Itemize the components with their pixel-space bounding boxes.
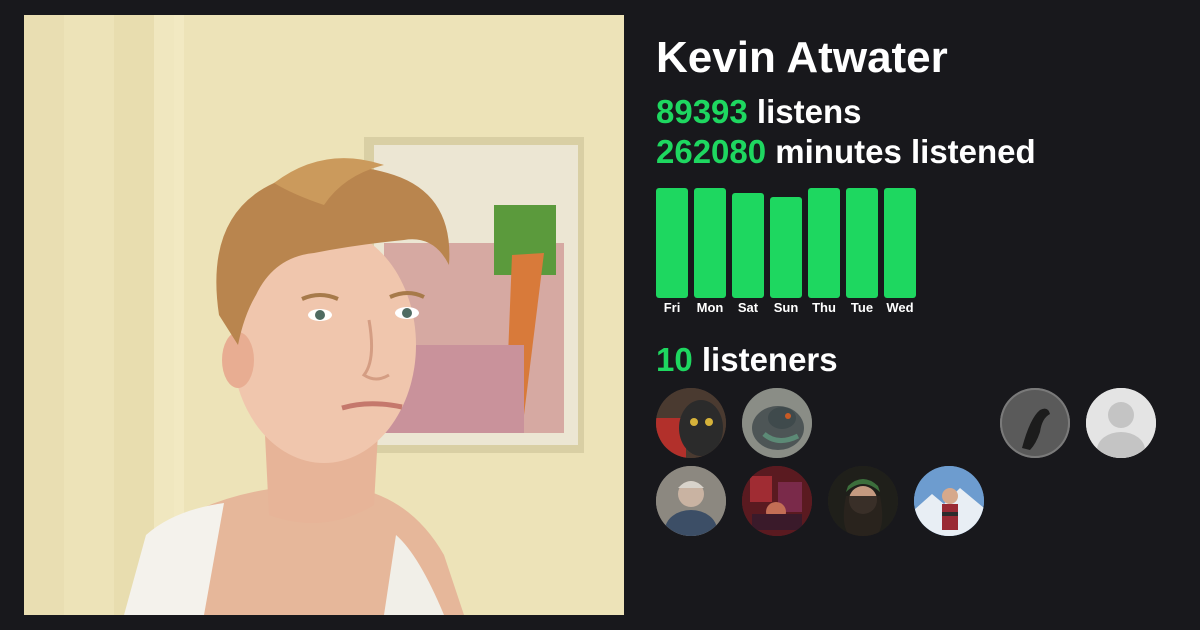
chart-bar-sun (770, 197, 802, 298)
minutes-label: minutes listened (766, 133, 1036, 170)
chart-day-label-thu: Thu (812, 300, 836, 315)
chart-day-label-sun: Sun (773, 300, 799, 315)
artist-photo (24, 15, 624, 615)
listener-avatars (656, 388, 1176, 548)
person-mountains-photo-avatar[interactable] (914, 466, 984, 536)
minutes-stat: 262080 minutes listened (656, 132, 1176, 172)
chart-bar-fri (656, 188, 688, 298)
bird-silhouette-avatar[interactable] (1000, 388, 1070, 458)
chart-bar-mon (694, 188, 726, 298)
chart-day-label-fri: Fri (663, 300, 681, 315)
person-photo-avatar[interactable] (828, 466, 898, 536)
minutes-count: 262080 (656, 133, 767, 170)
cat-photo-avatar[interactable] (656, 388, 726, 458)
default-user-avatar[interactable] (1086, 388, 1156, 458)
chart-bar-wed (884, 188, 916, 298)
artist-name: Kevin Atwater (656, 33, 948, 82)
listens-count: 89393 (656, 93, 748, 130)
listeners-stat: 10 listeners (656, 340, 1176, 380)
chart-bars-area (656, 188, 926, 298)
listeners-count: 10 (656, 341, 693, 378)
chart-bar-sat (732, 193, 764, 298)
listens-label: listens (747, 93, 862, 130)
chart-day-label-wed: Wed (886, 300, 914, 315)
artist-stats-card: Kevin Atwater 89393 listens 262080 minut… (0, 0, 1200, 630)
weekday-bar-chart: Fri Mon Sat Sun Thu Tue Wed (656, 188, 926, 318)
listen-stats: 89393 listens 262080 minutes listened (656, 92, 1176, 172)
person-photo-avatar[interactable] (656, 466, 726, 536)
chart-bar-thu (808, 188, 840, 298)
chart-bar-tue (846, 188, 878, 298)
chart-day-label-sat: Sat (737, 300, 759, 315)
listeners-label: listeners (692, 341, 838, 378)
listens-stat: 89393 listens (656, 92, 1176, 132)
chart-day-label-mon: Mon (696, 300, 724, 315)
pigeon-photo-avatar[interactable] (742, 388, 812, 458)
artist-info: Kevin Atwater 89393 listens 262080 minut… (656, 30, 1176, 548)
artist-portrait-illustration (24, 15, 624, 615)
red-photo-avatar[interactable] (742, 466, 812, 536)
chart-day-label-tue: Tue (850, 300, 874, 315)
